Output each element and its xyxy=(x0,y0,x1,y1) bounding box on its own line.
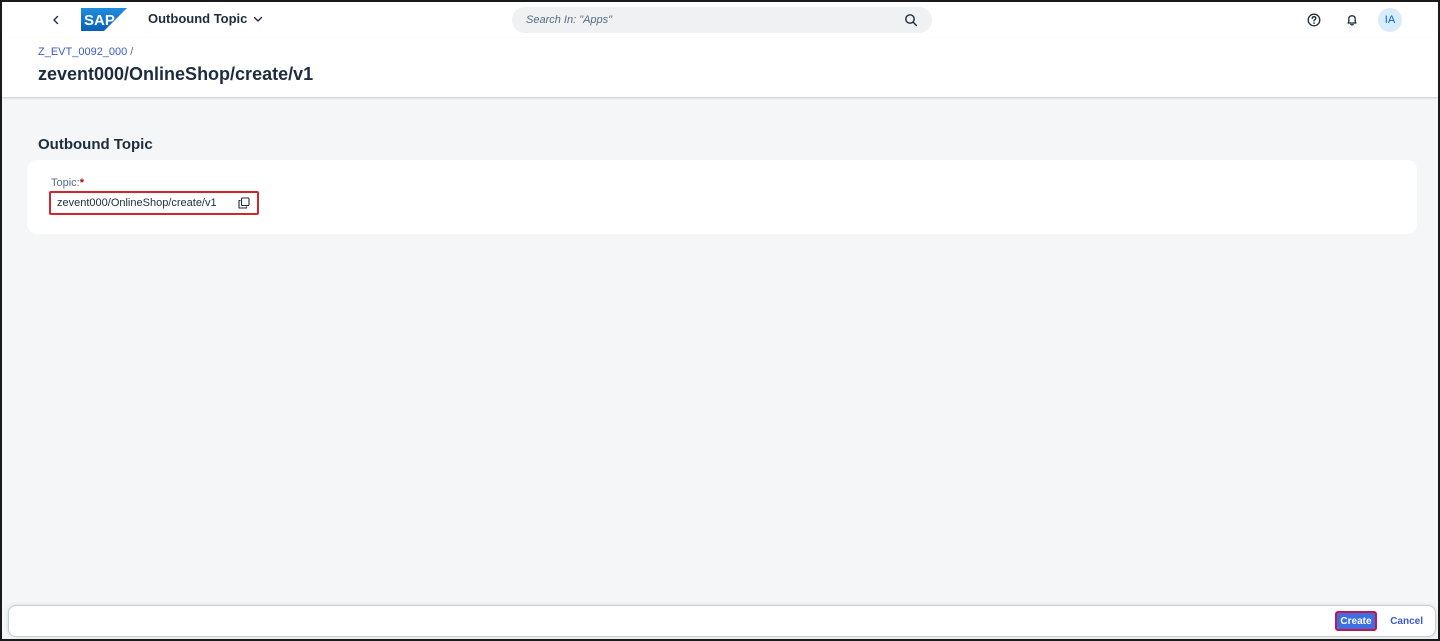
topic-label-text: Topic: xyxy=(51,177,80,189)
topic-value-field[interactable]: zevent000/OnlineShop/create/v1 xyxy=(49,191,259,215)
user-avatar[interactable]: IA xyxy=(1378,8,1402,32)
copy-icon xyxy=(238,197,250,209)
notifications-button[interactable] xyxy=(1338,7,1366,33)
copy-button[interactable] xyxy=(237,196,251,210)
page-title: zevent000/OnlineShop/create/v1 xyxy=(38,64,314,84)
cancel-button[interactable]: Cancel xyxy=(1390,611,1423,631)
topic-value-text: zevent000/OnlineShop/create/v1 xyxy=(57,197,217,209)
app-title-text: Outbound Topic xyxy=(148,11,248,26)
search-input[interactable] xyxy=(526,14,904,26)
create-button[interactable]: Create xyxy=(1335,611,1377,631)
section-title: Outbound Topic xyxy=(38,136,153,153)
help-icon xyxy=(1307,13,1321,27)
chevron-down-icon xyxy=(254,16,263,22)
app-window: SAP Outbound Topic Search In: "Apps" IA … xyxy=(0,0,1440,641)
footer-toolbar: Create Cancel xyxy=(8,605,1436,637)
search-field[interactable] xyxy=(512,7,932,33)
breadcrumb-separator: / xyxy=(130,46,134,58)
search-icon[interactable] xyxy=(904,13,918,27)
required-marker: * xyxy=(79,177,85,189)
object-header: Z_EVT_0092_000/ zevent000/OnlineShop/cre… xyxy=(2,38,1438,97)
back-button[interactable] xyxy=(42,6,70,34)
svg-text:SAP: SAP xyxy=(84,12,115,29)
app-title-menu[interactable]: Outbound Topic xyxy=(148,11,263,26)
breadcrumb: Z_EVT_0092_000/ xyxy=(38,46,133,58)
shell-bar: SAP Outbound Topic Search In: "Apps" IA xyxy=(2,2,1438,38)
sap-logo: SAP xyxy=(81,8,127,31)
shell-actions: IA xyxy=(1300,7,1402,33)
help-button[interactable] xyxy=(1300,7,1328,33)
bell-icon xyxy=(1347,15,1357,26)
chevron-left-icon xyxy=(53,15,59,25)
topic-card: Topic:* zevent000/OnlineShop/create/v1 xyxy=(27,160,1417,234)
breadcrumb-link[interactable]: Z_EVT_0092_000 xyxy=(38,46,127,58)
topic-label: Topic:* xyxy=(51,177,84,189)
